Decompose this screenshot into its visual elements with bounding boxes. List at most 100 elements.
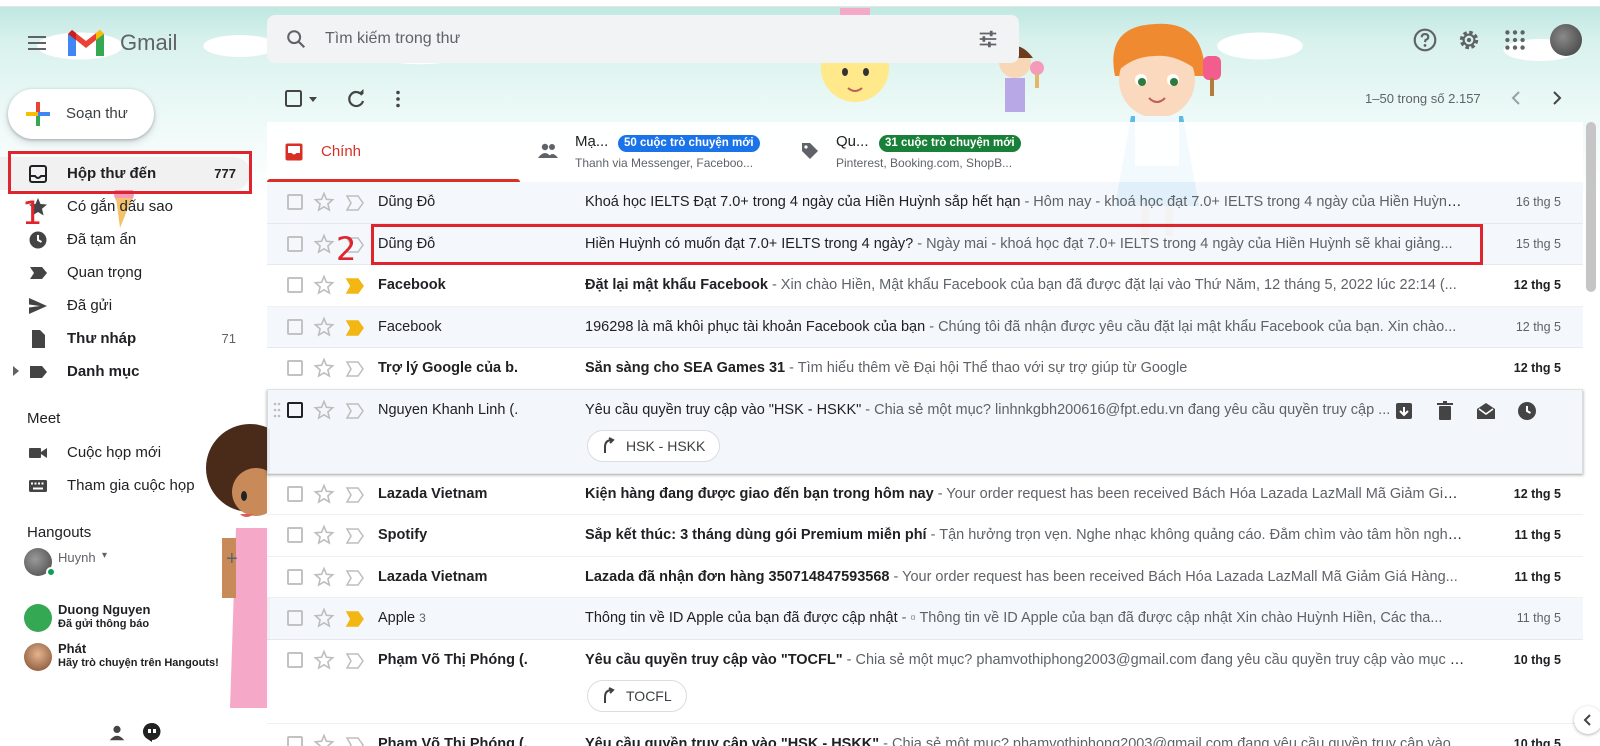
row-checkbox[interactable]: [287, 527, 303, 543]
email-row[interactable]: Nguyen Khanh Linh (. Yêu cầu quyền truy c…: [267, 389, 1583, 474]
row-checkbox[interactable]: [287, 610, 303, 626]
google-apps-grid-icon[interactable]: [1502, 27, 1528, 53]
email-row[interactable]: Apple 3 Thông tin về ID Apple của bạn đã đ…: [267, 598, 1583, 640]
account-avatar[interactable]: [1550, 24, 1582, 56]
email-snippet: - Chúng tôi đã nhận được yêu cầu đặt lại…: [925, 318, 1457, 335]
row-checkbox[interactable]: [287, 194, 303, 210]
sidebar-item-drafts[interactable]: Thư nháp 71: [0, 322, 250, 355]
search-icon[interactable]: [285, 28, 307, 50]
email-subject: Kiện hàng đang được giao đến bạn trong h…: [585, 485, 934, 502]
email-subject-line: Yêu cầu quyền truy cập vào "HSK - HSKK" …: [585, 736, 1465, 746]
sidebar-item-sent[interactable]: Đã gửi: [0, 289, 250, 322]
add-contact-plus-icon[interactable]: +: [226, 548, 238, 571]
email-row[interactable]: Phạm Võ Thị Phóng (. Yêu cầu quyền truy c…: [267, 639, 1583, 724]
main-menu-button[interactable]: [22, 28, 52, 58]
list-scrollbar[interactable]: [1586, 122, 1596, 292]
star-icon[interactable]: [313, 232, 335, 255]
meet-join-meeting[interactable]: Tham gia cuộc họp: [0, 469, 250, 502]
row-checkbox[interactable]: [287, 277, 303, 293]
hangouts-self-status[interactable]: Huynh ▾: [24, 546, 254, 582]
more-options-vertical-icon[interactable]: [387, 88, 409, 110]
tab-primary[interactable]: Chính: [267, 122, 520, 182]
people-icon: [538, 143, 558, 158]
row-checkbox[interactable]: [287, 360, 303, 376]
email-snippet: - Chia sẻ một mục? phamvothiphong2003@gm…: [842, 651, 1465, 668]
star-icon[interactable]: [313, 274, 335, 296]
refresh-icon[interactable]: [345, 88, 367, 110]
star-icon[interactable]: [313, 565, 335, 588]
star-icon[interactable]: [313, 398, 335, 421]
contacts-person-icon[interactable]: [108, 724, 126, 742]
importance-marker-icon[interactable]: [345, 360, 365, 378]
drag-handle-icon[interactable]: [273, 401, 281, 419]
email-row[interactable]: Lazada Vietnam Kiện hàng đang được giao đ…: [267, 473, 1583, 515]
sender-name: Facebook: [378, 277, 446, 293]
attachment-chip[interactable]: TOCFL: [587, 679, 687, 712]
star-icon[interactable]: [313, 315, 335, 338]
email-subject-line: Khoá học IELTS Đạt 7.0+ trong 4 ngày của…: [585, 194, 1465, 210]
hangouts-contact[interactable]: Phát Hãy trò chuyện trên Hangouts!: [24, 641, 254, 677]
side-panel-toggle[interactable]: [1574, 706, 1600, 734]
settings-gear-icon[interactable]: [1456, 27, 1482, 53]
email-row[interactable]: Facebook 196298 là mã khôi phục tài khoản…: [267, 306, 1583, 348]
sidebar-item-important[interactable]: Quan trọng: [0, 256, 250, 289]
importance-marker-icon[interactable]: [345, 569, 365, 587]
sidebar-item-categories[interactable]: Danh mục: [0, 355, 250, 388]
delete-trash-icon[interactable]: [1434, 400, 1456, 422]
importance-marker-icon[interactable]: [345, 610, 365, 628]
search-options-icon[interactable]: [977, 28, 999, 50]
importance-marker-icon[interactable]: [345, 319, 365, 337]
mark-as-read-icon[interactable]: [1475, 400, 1497, 422]
archive-icon[interactable]: [1393, 400, 1415, 422]
importance-marker-icon[interactable]: [345, 402, 365, 420]
snooze-clock-icon[interactable]: [1516, 400, 1538, 422]
row-checkbox[interactable]: [287, 651, 303, 668]
email-sender: Lazada Vietnam: [378, 486, 568, 502]
hangouts-contact[interactable]: Duong Nguyen Đã gửi thông báo: [24, 602, 254, 638]
row-checkbox[interactable]: [287, 568, 303, 585]
importance-marker-icon[interactable]: [345, 194, 365, 212]
email-row[interactable]: Spotify Sắp kết thúc: 3 tháng dùng gói Pr…: [267, 515, 1583, 557]
email-row[interactable]: Lazada Vietnam Lazada đã nhận đơn hàng 35…: [267, 556, 1583, 598]
star-icon[interactable]: [313, 357, 335, 379]
help-icon[interactable]: [1412, 27, 1438, 53]
select-dropdown-arrow-icon[interactable]: [307, 88, 319, 110]
star-icon[interactable]: [313, 607, 335, 629]
row-checkbox[interactable]: [287, 735, 303, 746]
importance-marker-icon[interactable]: [345, 652, 365, 670]
star-icon[interactable]: [313, 482, 335, 505]
importance-marker-icon[interactable]: [345, 486, 365, 504]
star-icon[interactable]: [313, 191, 335, 213]
chevron-right-icon[interactable]: [1546, 87, 1568, 109]
email-subject: Sắp kết thúc: 3 tháng dùng gói Premium m…: [585, 527, 927, 543]
select-all-checkbox[interactable]: [283, 88, 305, 110]
row-checkbox[interactable]: [287, 485, 303, 502]
row-checkbox[interactable]: [287, 235, 303, 252]
star-icon[interactable]: [313, 648, 335, 671]
importance-marker-icon[interactable]: [345, 527, 365, 545]
email-row[interactable]: Phạm Võ Thị Phóng (. Yêu cầu quyền truy c…: [267, 723, 1583, 746]
sidebar-item-label: Đã gửi: [67, 297, 113, 314]
chevron-left-icon[interactable]: [1505, 87, 1527, 109]
hangouts-chat-icon[interactable]: [142, 722, 162, 742]
search-input[interactable]: [325, 27, 925, 51]
importance-marker-icon[interactable]: [345, 277, 365, 295]
email-row[interactable]: Trợ lý Google của b. Sẵn sàng cho SEA Gam…: [267, 348, 1583, 390]
expand-arrow-icon[interactable]: [12, 366, 20, 376]
video-camera-icon: [29, 448, 47, 458]
email-row[interactable]: Dũng Đỗ Khoá học IELTS Đạt 7.0+ trong 4 n…: [267, 182, 1583, 224]
tab-promotions[interactable]: Qu... 31 cuộc trò chuyện mới Pinterest, …: [792, 122, 1050, 182]
meet-new-meeting[interactable]: Cuộc họp mới: [0, 436, 250, 469]
email-subject-line: Sắp kết thúc: 3 tháng dùng gói Premium m…: [585, 527, 1465, 543]
tab-social[interactable]: Mạ... 50 cuộc trò chuyện mới Thanh via M…: [527, 122, 785, 182]
star-icon[interactable]: [313, 524, 335, 546]
compose-button[interactable]: Soạn thư: [8, 89, 154, 139]
email-row[interactable]: Facebook Đặt lại mật khẩu Facebook - Xin …: [267, 265, 1583, 307]
attachment-chip[interactable]: HSK - HSKK: [587, 429, 721, 462]
gmail-logo[interactable]: Gmail: [66, 26, 186, 58]
row-checkbox[interactable]: [287, 318, 303, 335]
star-icon[interactable]: [313, 732, 335, 746]
importance-marker-icon[interactable]: [345, 736, 365, 746]
row-checkbox[interactable]: [287, 401, 303, 418]
email-subject-line: Kiện hàng đang được giao đến bạn trong h…: [585, 486, 1465, 502]
